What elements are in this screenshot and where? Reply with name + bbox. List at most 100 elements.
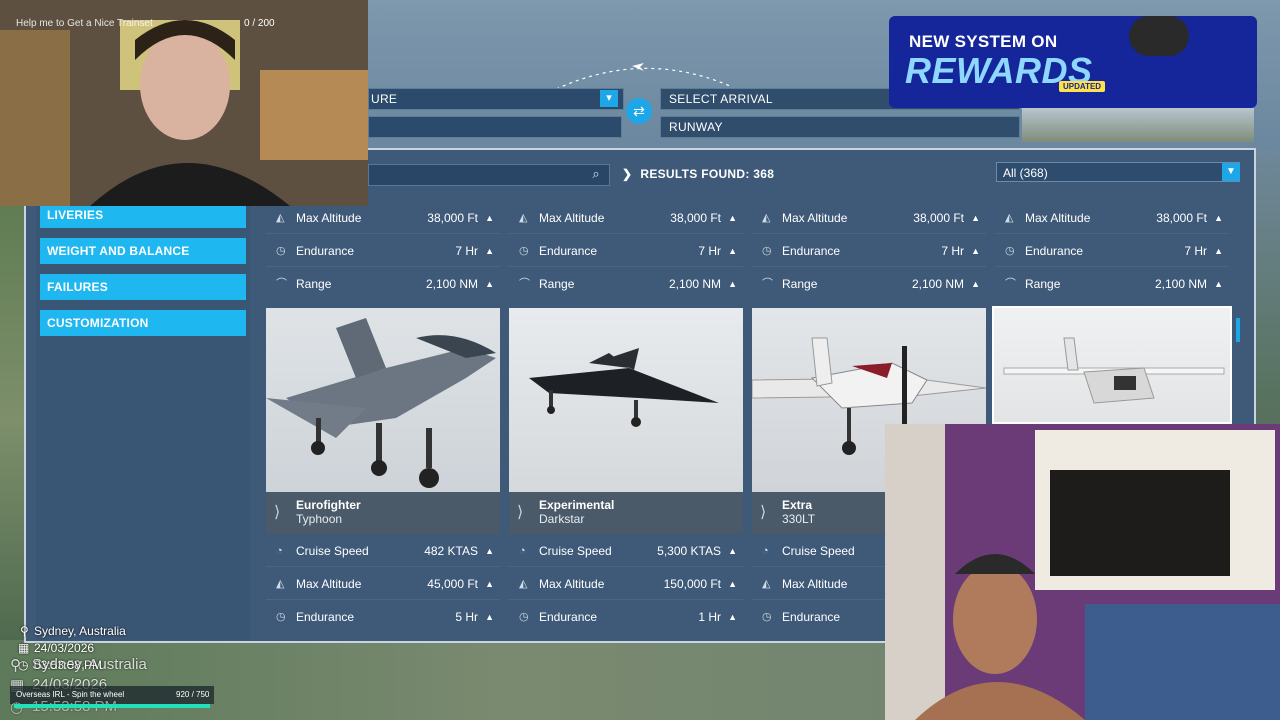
stat-label: Range [296, 277, 332, 291]
airport-preview-image [1022, 108, 1254, 142]
filter-dropdown[interactable]: All (368) [996, 162, 1240, 182]
stat-label: Range [1025, 277, 1061, 291]
sidebar-item-liveries[interactable]: LIVERIES [40, 206, 246, 228]
departure-field[interactable]: URE [368, 88, 624, 110]
webcam-top-left: Help me to Get a Nice Trainset 0 / 200 [0, 0, 368, 206]
stat-value: 2,100 NM [1154, 277, 1207, 291]
location-label: Sydney, Australia [34, 624, 126, 638]
stat-value: 38,000 Ft [1156, 211, 1207, 225]
speed-icon: ◔ [276, 545, 283, 557]
stat-label: Endurance [782, 610, 841, 624]
coin-icon [1129, 16, 1189, 56]
chevron-right-icon: ⟩ [760, 504, 767, 521]
scrollbar-thumb[interactable] [1236, 318, 1240, 342]
stat-label: Cruise Speed [782, 544, 855, 558]
sort-arrow-icon[interactable]: ▲ [1214, 235, 1223, 267]
sort-arrow-icon[interactable]: ▲ [728, 268, 737, 300]
cam-count: 0 / 200 [244, 18, 275, 29]
aircraft-model: 330LT [782, 512, 816, 526]
rewards-badge: UPDATED [1059, 81, 1106, 92]
aircraft-image-selected[interactable] [992, 306, 1232, 424]
range-icon: ⌒ [762, 278, 773, 290]
altitude-icon: ◭ [1005, 212, 1014, 224]
search-icon[interactable]: ⌕ [588, 166, 604, 182]
sort-arrow-icon[interactable]: ▲ [485, 568, 494, 600]
stat-row: ⌒ Range 2,100 NM ▲ [752, 268, 986, 300]
stat-label: Max Altitude [539, 577, 605, 591]
sort-arrow-icon[interactable]: ▲ [728, 235, 737, 267]
stat-label: Max Altitude [296, 211, 362, 225]
stat-row: ◭ Max Altitude 38,000 Ft ▲ [509, 202, 743, 234]
sort-arrow-icon[interactable]: ▲ [728, 568, 737, 600]
sort-arrow-icon[interactable]: ▲ [485, 535, 494, 567]
stat-value: 2,100 NM [911, 277, 964, 291]
aircraft-image-eurofighter[interactable] [266, 308, 500, 492]
rewards-line1: NEW SYSTEM ON [909, 32, 1058, 51]
stat-row: ⌒ Range 2,100 NM ▲ [995, 268, 1229, 300]
timer-icon: ◷ [276, 611, 286, 623]
sidebar-item-weight-and-balance[interactable]: WEIGHT AND BALANCE [40, 238, 246, 264]
stat-label: Endurance [296, 610, 355, 624]
stat-label: Max Altitude [782, 577, 848, 591]
stat-label: Range [539, 277, 575, 291]
sort-arrow-icon[interactable]: ▲ [485, 202, 494, 234]
stat-row: ◭ Max Altitude 38,000 Ft ▲ [752, 202, 986, 234]
aircraft-title-darkstar[interactable]: ⟩ Experimental Darkstar [509, 492, 743, 534]
cam-title: Help me to Get a Nice Trainset [16, 18, 153, 29]
altitude-icon: ◭ [276, 578, 285, 590]
chevron-down-icon[interactable]: ▾ [600, 90, 618, 107]
chevron-down-icon[interactable]: ▼ [1222, 163, 1240, 181]
stat-label: Endurance [296, 244, 355, 258]
jet-illustration [529, 348, 719, 427]
stat-row: ◔ Cruise Speed 5,300 KTAS ▲ [509, 535, 743, 567]
stat-label: Max Altitude [1025, 211, 1091, 225]
timer-icon: ◷ [519, 245, 529, 257]
timer-icon: ◷ [762, 611, 772, 623]
stat-value: 38,000 Ft [670, 211, 721, 225]
stat-row: ◭ Max Altitude 38,000 Ft ▲ [266, 202, 500, 234]
stat-row: ◷ Endurance 7 Hr ▲ [752, 235, 986, 267]
runway-field[interactable]: RUNWAY [660, 116, 1020, 138]
aircraft-image-darkstar[interactable] [509, 308, 743, 492]
results-label: RESULTS FOUND: 368 [640, 167, 775, 181]
swap-icon[interactable]: ⇄ [626, 98, 652, 124]
stat-value: 5 Hr [455, 610, 478, 624]
sidebar-item-customization[interactable]: CUSTOMIZATION [40, 310, 246, 336]
stat-row: ◷ Endurance 1 Hr ▲ [509, 601, 743, 633]
departure-runway-field[interactable] [368, 116, 622, 138]
chevron-right-icon: ⟩ [517, 504, 524, 521]
stat-row: ◭ Max Altitude 38,000 Ft ▲ [995, 202, 1229, 234]
stat-label: Cruise Speed [296, 544, 369, 558]
stat-row: ⌒ Range 2,100 NM ▲ [509, 268, 743, 300]
sort-arrow-icon[interactable]: ▲ [485, 235, 494, 267]
stat-value: 38,000 Ft [427, 211, 478, 225]
guest-video [885, 424, 1280, 720]
sort-arrow-icon[interactable]: ▲ [485, 601, 494, 633]
altitude-icon: ◭ [762, 578, 771, 590]
stat-value: 7 Hr [698, 244, 721, 258]
stat-value: 7 Hr [455, 244, 478, 258]
stat-label: Max Altitude [296, 577, 362, 591]
stat-label: Max Altitude [539, 211, 605, 225]
sort-arrow-icon[interactable]: ▲ [971, 202, 980, 234]
aircraft-model: Darkstar [539, 512, 585, 526]
timer-icon: ◷ [276, 245, 286, 257]
sort-arrow-icon[interactable]: ▲ [971, 235, 980, 267]
calendar-icon: ▦ [18, 641, 30, 655]
stat-label: Endurance [782, 244, 841, 258]
sort-arrow-icon[interactable]: ▲ [728, 601, 737, 633]
sort-arrow-icon[interactable]: ▲ [728, 535, 737, 567]
sort-arrow-icon[interactable]: ▲ [485, 268, 494, 300]
sort-arrow-icon[interactable]: ▲ [971, 268, 980, 300]
stat-value: 2,100 NM [668, 277, 721, 291]
sort-arrow-icon[interactable]: ▲ [728, 202, 737, 234]
stat-value: 1 Hr [698, 610, 721, 624]
sort-arrow-icon[interactable]: ▲ [1214, 202, 1223, 234]
sidebar-item-failures[interactable]: FAILURES [40, 274, 246, 300]
sort-arrow-icon[interactable]: ▲ [1214, 268, 1223, 300]
aircraft-title-eurofighter[interactable]: ⟩ Eurofighter Typhoon [266, 492, 500, 534]
stat-value: 482 KTAS [424, 544, 478, 558]
search-input[interactable] [368, 164, 610, 186]
stat-label: Endurance [539, 610, 598, 624]
stat-row: ◔ Cruise Speed 482 KTAS ▲ [266, 535, 500, 567]
